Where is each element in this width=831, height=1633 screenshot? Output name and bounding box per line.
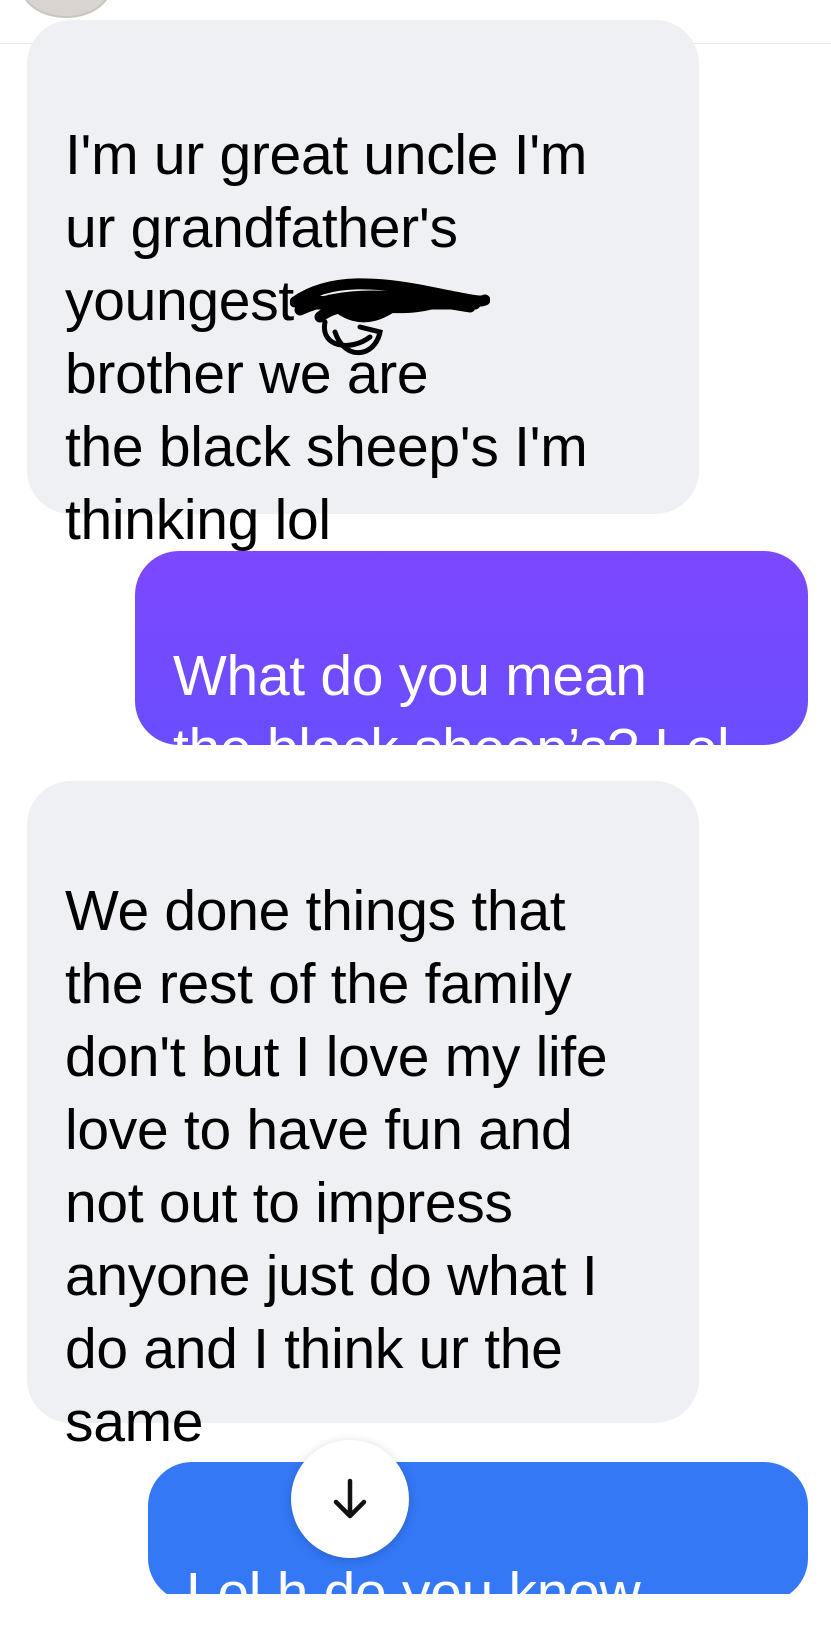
composer-area [0, 1594, 831, 1633]
message-outgoing[interactable]: Lol h do you know if I have done things [148, 1462, 808, 1602]
message-text: What do you mean the black sheep’s? Lol [173, 644, 730, 781]
message-incoming[interactable]: I'm ur great uncle I'm ur grandfather's … [27, 20, 699, 552]
chat-screen: I'm ur great uncle I'm ur grandfather's … [0, 0, 831, 1633]
message-text: We done things that the rest of the fami… [65, 879, 608, 1454]
message-incoming[interactable]: We done things that the rest of the fami… [27, 781, 699, 1454]
arrow-down-icon [333, 1478, 367, 1519]
scroll-to-bottom-button[interactable] [291, 1440, 409, 1558]
message-outgoing[interactable]: What do you mean the black sheep’s? Lol [135, 551, 808, 781]
redaction-scribble [290, 278, 490, 356]
avatar[interactable] [20, 0, 112, 18]
